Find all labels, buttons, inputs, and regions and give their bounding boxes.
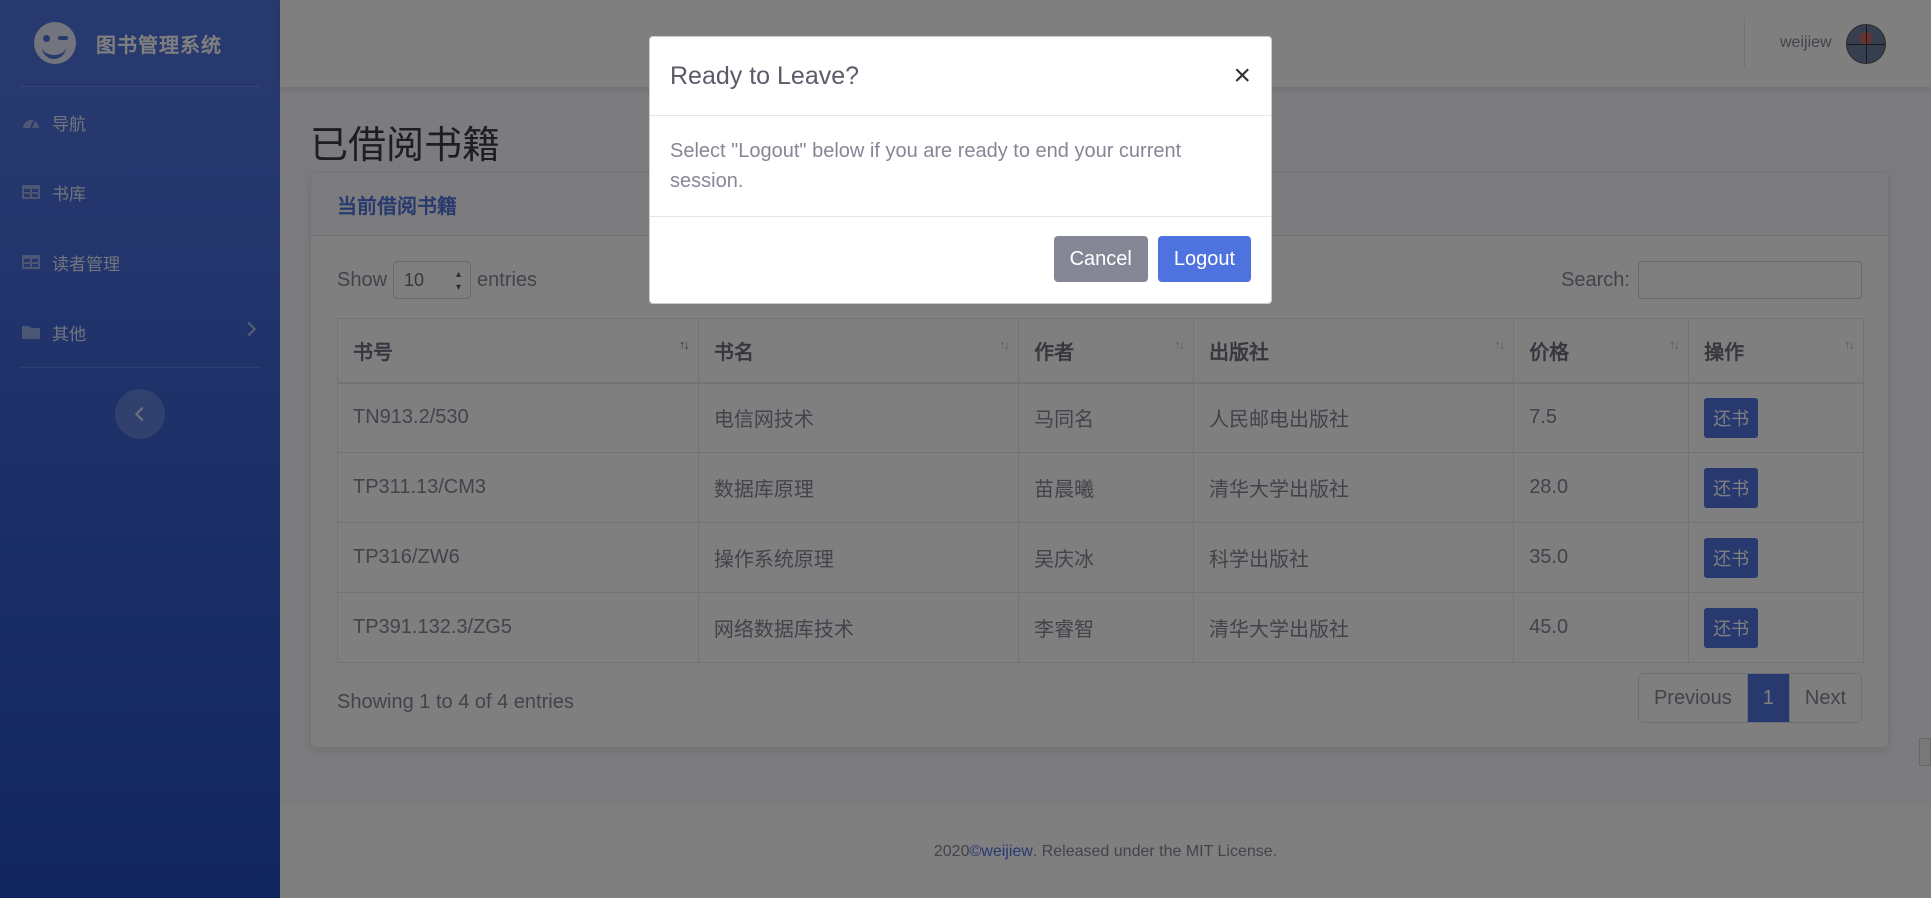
modal-footer: Cancel Logout <box>650 217 1271 301</box>
logout-button[interactable]: Logout <box>1157 236 1251 282</box>
cancel-button[interactable]: Cancel <box>1053 236 1148 282</box>
modal-body: Select "Logout" below if you are ready t… <box>650 116 1271 217</box>
close-icon[interactable]: × <box>1233 61 1251 91</box>
modal-header: Ready to Leave? × <box>650 37 1271 116</box>
modal-title: Ready to Leave? <box>670 61 860 90</box>
logout-modal: Ready to Leave? × Select "Logout" below … <box>649 36 1272 304</box>
